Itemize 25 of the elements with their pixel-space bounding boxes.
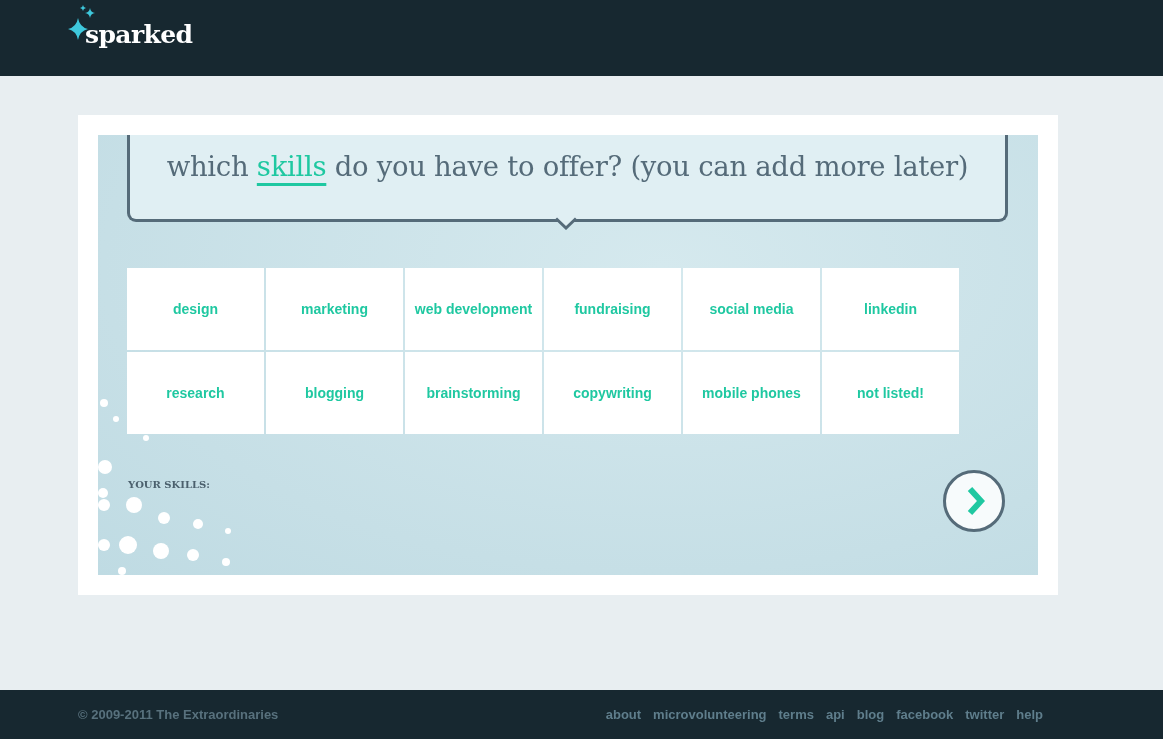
skill-tile[interactable]: brainstorming: [405, 352, 542, 434]
skill-tile[interactable]: blogging: [266, 352, 403, 434]
logo-text[interactable]: sparked: [85, 20, 193, 50]
skill-tile[interactable]: not listed!: [822, 352, 959, 434]
footer-link[interactable]: terms: [778, 707, 814, 722]
your-skills-label: YOUR SKILLS:: [128, 479, 210, 490]
skill-tile[interactable]: design: [127, 268, 264, 350]
skill-tile[interactable]: marketing: [266, 268, 403, 350]
skill-tile[interactable]: web development: [405, 268, 542, 350]
copyright-text: © 2009-2011 The Extraordinaries: [78, 707, 279, 722]
skill-tile[interactable]: mobile phones: [683, 352, 820, 434]
chevron-right-icon: [966, 486, 985, 516]
footer-link[interactable]: microvolunteering: [653, 707, 767, 722]
skill-tile[interactable]: research: [127, 352, 264, 434]
skill-tile[interactable]: linkedin: [822, 268, 959, 350]
footer-link[interactable]: twitter: [965, 707, 1005, 722]
footer-link[interactable]: blog: [856, 707, 885, 722]
skill-tile[interactable]: copywriting: [544, 352, 681, 434]
skill-tile[interactable]: fundraising: [544, 268, 681, 350]
footer-link[interactable]: about: [605, 707, 642, 722]
footer-link[interactable]: help: [1016, 707, 1043, 722]
question-text: which skills do you have to offer? (you can add more later): [166, 149, 969, 183]
footer-link[interactable]: api: [825, 707, 845, 722]
footer-link[interactable]: facebook: [896, 707, 954, 722]
skill-tile[interactable]: social media: [683, 268, 820, 350]
